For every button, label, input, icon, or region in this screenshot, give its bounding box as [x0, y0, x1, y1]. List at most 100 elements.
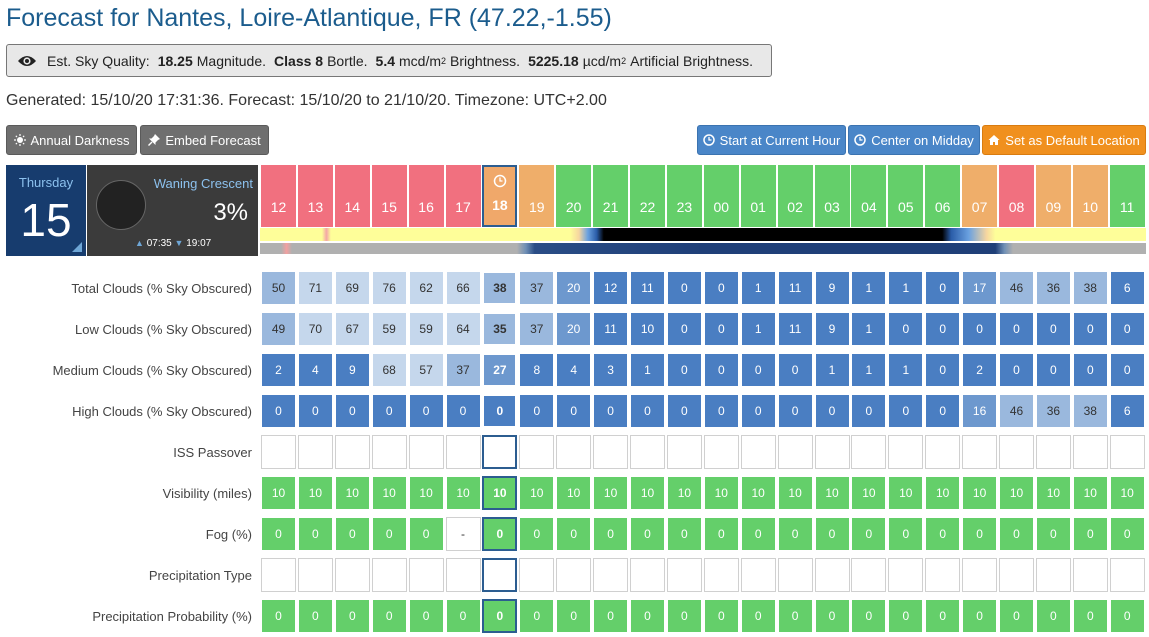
embed-forecast-button[interactable]: Embed Forecast: [140, 125, 269, 155]
forecast-cell: 0: [445, 599, 481, 633]
forecast-cell: 0: [261, 517, 296, 551]
hour-label: 01: [750, 199, 766, 215]
forecast-cell: 0: [630, 394, 665, 428]
forecast-cell: 0: [556, 394, 592, 428]
embed-forecast-label: Embed Forecast: [165, 132, 261, 148]
hour-cell[interactable]: 01: [740, 165, 776, 227]
sun-icon: [13, 134, 26, 146]
forecast-cell: 17: [962, 271, 998, 305]
artificial-unit: µcd/m: [582, 52, 622, 69]
forecast-cell: 38: [482, 271, 518, 305]
forecast-cell: 0: [851, 517, 887, 551]
forecast-cell: 0: [925, 312, 961, 346]
forecast-cell: 0: [925, 599, 961, 633]
forecast-cell: 0: [777, 353, 813, 387]
forecast-cell: 0: [740, 353, 776, 387]
moonrise-arrow-icon: ▲: [135, 238, 144, 248]
hour-cell[interactable]: 08: [999, 165, 1034, 227]
hour-cell[interactable]: 05: [888, 165, 924, 227]
forecast-cell: 0: [408, 599, 444, 633]
hour-cell[interactable]: 10: [1072, 165, 1108, 227]
forecast-cell: 0: [666, 599, 702, 633]
forecast-cell: [703, 435, 739, 469]
forecast-cell: 46: [999, 394, 1034, 428]
hour-cell[interactable]: 14: [334, 165, 370, 227]
forecast-cell: 59: [408, 312, 444, 346]
forecast-cell: 49: [261, 312, 296, 346]
forecast-cell: 0: [519, 599, 555, 633]
row-label: Fog (%): [205, 527, 252, 542]
hour-cell[interactable]: 22: [630, 165, 665, 227]
hour-label: 10: [1082, 199, 1099, 215]
hour-cell[interactable]: 23: [666, 165, 702, 227]
forecast-cell: [1072, 435, 1108, 469]
clock-icon: [702, 134, 715, 146]
forecast-cell: 10: [334, 476, 370, 510]
center-midday-button[interactable]: Center on Midday: [848, 125, 980, 155]
forecast-cell: 0: [482, 517, 518, 551]
hour-cell[interactable]: 21: [593, 165, 629, 227]
hour-cell[interactable]: 13: [297, 165, 333, 227]
forecast-cell: 0: [777, 517, 813, 551]
forecast-cell: 10: [1072, 476, 1108, 510]
forecast-cell: 1: [851, 353, 887, 387]
hour-cell[interactable]: 00: [703, 165, 739, 227]
forecast-cell: 0: [666, 312, 702, 346]
forecast-cell: [666, 435, 702, 469]
forecast-cell: 0: [1035, 599, 1071, 633]
forecast-cell: 0: [814, 517, 850, 551]
set-default-location-button[interactable]: Set as Default Location: [982, 125, 1146, 155]
hour-cell[interactable]: 09: [1035, 165, 1071, 227]
forecast-cell: 36: [1035, 394, 1071, 428]
forecast-cell: 0: [666, 394, 702, 428]
annual-darkness-button[interactable]: Annual Darkness: [6, 125, 137, 155]
forecast-cell: 0: [851, 599, 887, 633]
forecast-cell: 10: [482, 476, 518, 510]
row-label: Precipitation Probability (%): [92, 609, 252, 624]
forecast-cell: 37: [519, 271, 555, 305]
forecast-cell: 0: [1109, 599, 1145, 633]
hour-cell[interactable]: 06: [925, 165, 961, 227]
moonset-time: 19:07: [186, 238, 212, 249]
start-current-hour-button[interactable]: Start at Current Hour: [697, 125, 846, 155]
forecast-cell: [1109, 558, 1145, 592]
hour-cell[interactable]: 07: [962, 165, 998, 227]
forecast-cell: 68: [371, 353, 407, 387]
forecast-cell: [371, 558, 407, 592]
brightness-unit-sup: 2: [441, 55, 447, 66]
forecast-cell: 0: [962, 599, 998, 633]
forecast-cell: [261, 558, 296, 592]
forecast-cell: [519, 435, 555, 469]
forecast-cell: 1: [630, 353, 665, 387]
forecast-cell: 38: [1072, 394, 1108, 428]
hour-cell[interactable]: 03: [814, 165, 850, 227]
hour-cell[interactable]: 20: [556, 165, 592, 227]
hour-cell[interactable]: 17: [445, 165, 481, 227]
forecast-cell: 9: [334, 353, 370, 387]
date-panel[interactable]: Thursday 15: [6, 165, 86, 256]
forecast-cell: 10: [666, 476, 702, 510]
forecast-cell: 0: [925, 394, 961, 428]
forecast-cell: [556, 435, 592, 469]
forecast-cell: 0: [371, 394, 407, 428]
hour-cell[interactable]: 02: [777, 165, 813, 227]
forecast-cell: 10: [408, 476, 444, 510]
hour-cell[interactable]: 16: [408, 165, 444, 227]
magnitude-value: 18.25: [157, 52, 193, 69]
forecast-cell: 0: [334, 599, 370, 633]
forecast-cell: 9: [814, 271, 850, 305]
hour-cell[interactable]: 19: [519, 165, 555, 227]
hour-label: 22: [639, 199, 656, 215]
forecast-cell: 0: [703, 312, 739, 346]
forecast-cell: 0: [703, 599, 739, 633]
forecast-cell: [888, 558, 924, 592]
hour-cell[interactable]: 18: [482, 165, 518, 227]
forecast-cell: [1109, 435, 1145, 469]
hour-cell[interactable]: 04: [851, 165, 887, 227]
center-midday-label: Center on Midday: [871, 132, 974, 148]
forecast-cell: 0: [740, 517, 776, 551]
forecast-cell: 10: [630, 476, 665, 510]
hour-cell[interactable]: 15: [371, 165, 407, 227]
hour-cell[interactable]: 11: [1109, 165, 1145, 227]
hour-cell[interactable]: 12: [261, 165, 296, 227]
